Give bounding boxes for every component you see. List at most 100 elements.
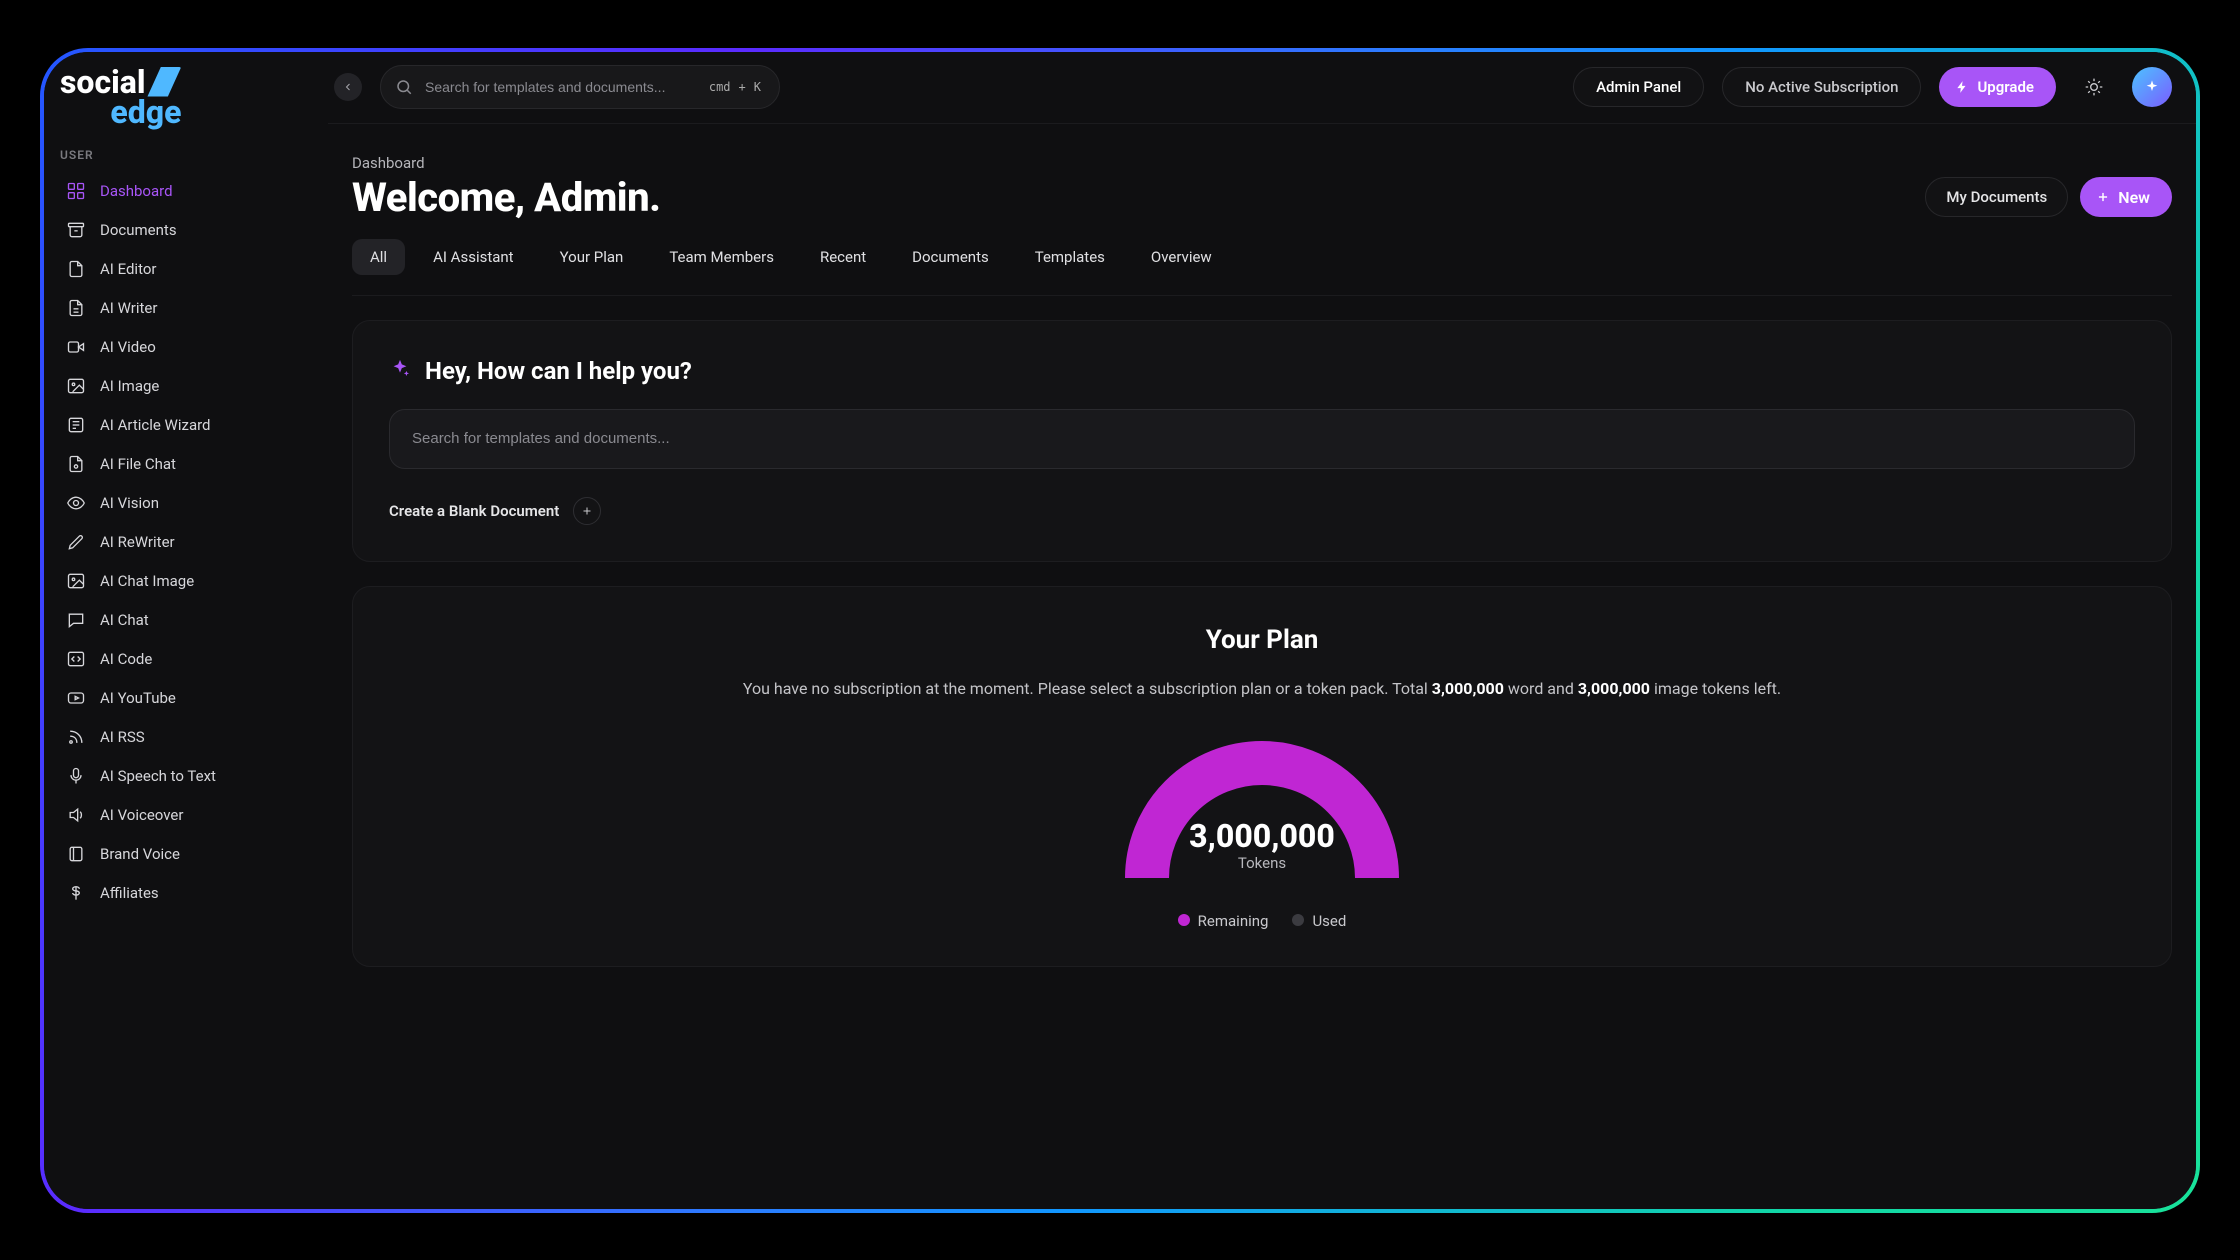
logo-text-2: edge xyxy=(60,96,181,128)
search-shortcut: cmd+K xyxy=(699,80,771,94)
avatar[interactable] xyxy=(2132,67,2172,107)
file-text-icon xyxy=(66,298,86,318)
dot-used-icon xyxy=(1292,914,1304,926)
sidebar-item-label: Documents xyxy=(100,221,177,239)
volume-icon xyxy=(66,805,86,825)
sidebar-item-label: AI Video xyxy=(100,338,156,356)
sidebar-item-label: AI Vision xyxy=(100,494,159,512)
sidebar-item-label: AI File Chat xyxy=(100,455,176,473)
tab-overview[interactable]: Overview xyxy=(1133,239,1230,275)
admin-panel-button[interactable]: Admin Panel xyxy=(1573,67,1704,107)
sidebar-item-label: AI Chat xyxy=(100,611,149,629)
rss-icon xyxy=(66,727,86,747)
sidebar-item-label: Dashboard xyxy=(100,182,173,200)
my-documents-button[interactable]: My Documents xyxy=(1925,177,2068,217)
plan-description: You have no subscription at the moment. … xyxy=(389,679,2135,698)
sidebar-item-ai-speech-to-text[interactable]: AI Speech to Text xyxy=(44,757,327,796)
sidebar-item-label: AI Writer xyxy=(100,299,157,317)
chat-icon xyxy=(66,610,86,630)
legend-used: Used xyxy=(1292,912,1346,930)
image-icon xyxy=(66,376,86,396)
sparkle-icon xyxy=(2144,79,2160,95)
sparkle-icon xyxy=(389,358,411,384)
search-icon xyxy=(395,78,413,96)
dot-remaining-icon xyxy=(1178,914,1190,926)
collapse-sidebar-button[interactable] xyxy=(334,73,362,101)
mic-icon xyxy=(66,766,86,786)
gauge-value: 3,000,000 xyxy=(1122,820,1402,852)
sidebar-section-label: USER xyxy=(44,134,327,172)
sidebar-item-label: AI RSS xyxy=(100,728,145,746)
youtube-icon xyxy=(66,688,86,708)
plus-icon xyxy=(2096,190,2110,204)
theme-toggle-button[interactable] xyxy=(2074,67,2114,107)
sidebar-item-label: AI Image xyxy=(100,377,159,395)
tab-your-plan[interactable]: Your Plan xyxy=(542,239,642,275)
sidebar-item-ai-article-wizard[interactable]: AI Article Wizard xyxy=(44,406,327,445)
create-blank-label: Create a Blank Document xyxy=(389,502,559,520)
sidebar-item-ai-file-chat[interactable]: AI File Chat xyxy=(44,445,327,484)
gauge-legend: Remaining Used xyxy=(389,912,2135,930)
sidebar-item-label: AI YouTube xyxy=(100,689,176,707)
tab-team-members[interactable]: Team Members xyxy=(651,239,792,275)
file-icon xyxy=(66,259,86,279)
gauge-label: Tokens xyxy=(1122,854,1402,872)
pen-icon xyxy=(66,532,86,552)
sidebar-item-ai-voiceover[interactable]: AI Voiceover xyxy=(44,796,327,835)
code-icon xyxy=(66,649,86,669)
plan-card: Your Plan You have no subscription at th… xyxy=(352,586,2172,967)
sidebar-item-ai-rewriter[interactable]: AI ReWriter xyxy=(44,523,327,562)
file-plus-icon xyxy=(66,454,86,474)
logo[interactable]: social edge xyxy=(44,70,327,134)
sidebar-item-ai-vision[interactable]: AI Vision xyxy=(44,484,327,523)
assistant-heading: Hey, How can I help you? xyxy=(425,357,692,385)
tab-ai-assistant[interactable]: AI Assistant xyxy=(415,239,532,275)
sidebar-item-dashboard[interactable]: Dashboard xyxy=(44,172,327,211)
sidebar-item-brand-voice[interactable]: Brand Voice xyxy=(44,835,327,874)
plus-icon xyxy=(581,505,593,517)
assistant-search-container[interactable] xyxy=(389,409,2135,469)
sidebar-item-ai-chat-image[interactable]: AI Chat Image xyxy=(44,562,327,601)
video-icon xyxy=(66,337,86,357)
upgrade-button[interactable]: Upgrade xyxy=(1939,67,2056,107)
sidebar-item-ai-writer[interactable]: AI Writer xyxy=(44,289,327,328)
sun-icon xyxy=(2084,77,2104,97)
top-search-bar[interactable]: cmd+K xyxy=(380,65,780,109)
sidebar-item-ai-code[interactable]: AI Code xyxy=(44,640,327,679)
new-button-label: New xyxy=(2118,188,2150,207)
sidebar-item-label: AI Speech to Text xyxy=(100,767,216,785)
sidebar-item-label: AI Editor xyxy=(100,260,156,278)
sidebar-item-label: Brand Voice xyxy=(100,845,180,863)
sidebar-item-label: AI Article Wizard xyxy=(100,416,211,434)
plan-title: Your Plan xyxy=(389,625,2135,655)
tab-recent[interactable]: Recent xyxy=(802,239,884,275)
assistant-search-input[interactable] xyxy=(412,430,2112,447)
archive-icon xyxy=(66,220,86,240)
sidebar: social edge USER Dashboard Documents AI … xyxy=(44,52,328,1209)
tab-documents[interactable]: Documents xyxy=(894,239,1007,275)
sidebar-item-documents[interactable]: Documents xyxy=(44,211,327,250)
subscription-pill[interactable]: No Active Subscription xyxy=(1722,67,1921,107)
new-button[interactable]: New xyxy=(2080,177,2172,217)
upgrade-label: Upgrade xyxy=(1977,78,2034,96)
sidebar-item-label: AI Code xyxy=(100,650,152,668)
sidebar-item-label: AI Chat Image xyxy=(100,572,194,590)
topbar: cmd+K Admin Panel No Active Subscription… xyxy=(328,52,2196,124)
tokens-gauge: 3,000,000 Tokens xyxy=(1122,738,1402,898)
create-blank-button[interactable] xyxy=(573,497,601,525)
legend-remaining: Remaining xyxy=(1178,912,1269,930)
tab-all[interactable]: All xyxy=(352,239,405,275)
bolt-icon xyxy=(1955,80,1969,94)
sidebar-item-ai-editor[interactable]: AI Editor xyxy=(44,250,327,289)
sidebar-item-ai-video[interactable]: AI Video xyxy=(44,328,327,367)
sidebar-item-ai-chat[interactable]: AI Chat xyxy=(44,601,327,640)
tab-templates[interactable]: Templates xyxy=(1017,239,1123,275)
sidebar-item-ai-image[interactable]: AI Image xyxy=(44,367,327,406)
sidebar-item-ai-youtube[interactable]: AI YouTube xyxy=(44,679,327,718)
assistant-card: Hey, How can I help you? Create a Blank … xyxy=(352,320,2172,562)
search-input[interactable] xyxy=(425,79,699,95)
sidebar-item-ai-rss[interactable]: AI RSS xyxy=(44,718,327,757)
breadcrumb: Dashboard xyxy=(352,154,2172,172)
eye-icon xyxy=(66,493,86,513)
sidebar-item-affiliates[interactable]: Affiliates xyxy=(44,874,327,913)
